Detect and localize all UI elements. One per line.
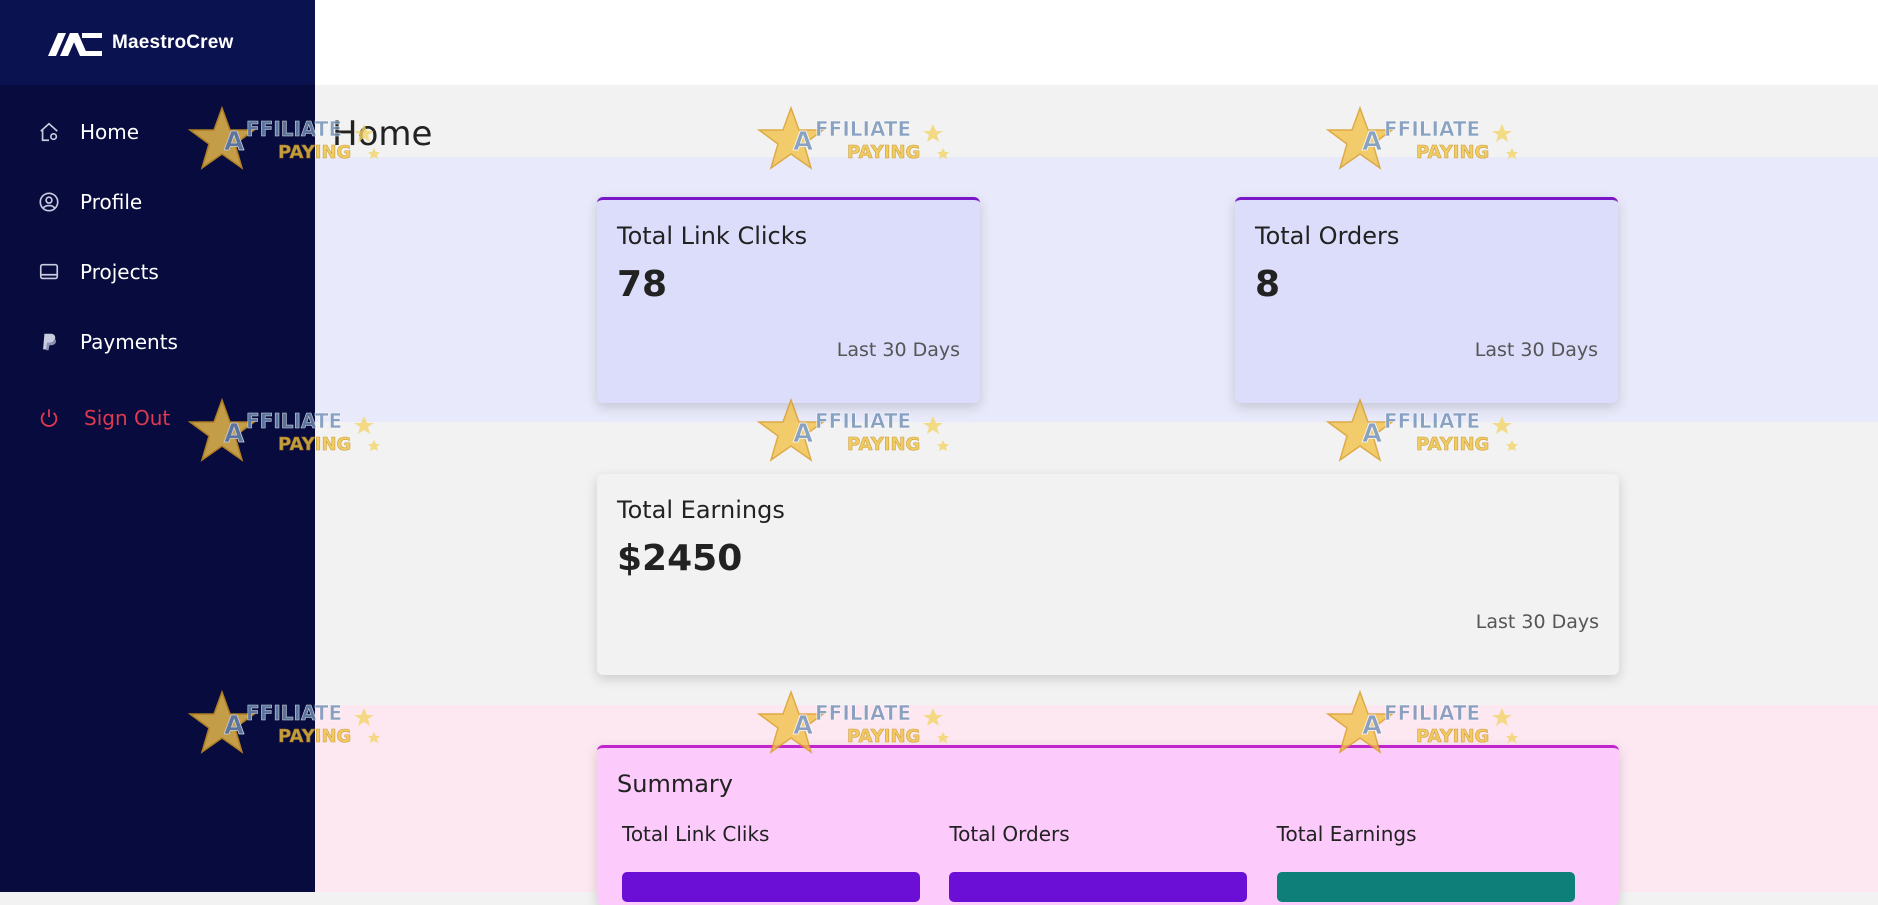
total-orders-card: Total Orders 8 Last 30 Days	[1235, 197, 1618, 403]
maestrocrew-logo-icon	[48, 32, 102, 56]
sidebar-item-payments[interactable]: Payments	[0, 307, 315, 377]
user-circle-icon	[38, 191, 60, 213]
sidebar-item-home[interactable]: Home	[0, 97, 315, 167]
summary-column: Total Orders	[944, 822, 1271, 902]
page-title: Home	[332, 114, 433, 154]
card-period: Last 30 Days	[1474, 339, 1598, 361]
card-title: Total Link Clicks	[617, 222, 808, 250]
summary-grid: Total Link Cliks Total Orders Total Earn…	[617, 822, 1599, 902]
summary-card: Summary Total Link Cliks Total Orders To…	[597, 745, 1619, 905]
summary-bar	[949, 872, 1248, 902]
sidebar-nav: Home Profile Projects Payments Sign Out	[0, 97, 315, 453]
sidebar-item-label: Profile	[80, 190, 143, 214]
brand-name: MaestroCrew	[112, 31, 234, 53]
card-value: 78	[617, 264, 668, 305]
monitor-icon	[38, 261, 60, 283]
sidebar: MaestroCrew Home Profile Projects Paymen…	[0, 0, 315, 892]
summary-title: Summary	[617, 770, 733, 798]
sidebar-header: MaestroCrew	[0, 0, 315, 85]
summary-label: Total Link Cliks	[622, 822, 770, 846]
home-icon	[38, 121, 60, 143]
card-value: $2450	[617, 538, 743, 579]
card-period: Last 30 Days	[1475, 611, 1599, 633]
sign-out-button[interactable]: Sign Out	[0, 383, 315, 453]
sidebar-item-profile[interactable]: Profile	[0, 167, 315, 237]
summary-bar	[1276, 872, 1575, 902]
sidebar-item-label: Payments	[80, 330, 178, 354]
card-period: Last 30 Days	[836, 339, 960, 361]
sidebar-item-projects[interactable]: Projects	[0, 237, 315, 307]
sidebar-item-label: Projects	[80, 260, 159, 284]
paypal-icon	[38, 331, 60, 353]
card-value: 8	[1255, 264, 1281, 305]
card-title: Total Earnings	[617, 496, 785, 524]
summary-column: Total Link Cliks	[617, 822, 944, 902]
top-bar	[315, 0, 1878, 85]
power-icon	[38, 407, 60, 429]
total-earnings-card: Total Earnings $2450 Last 30 Days	[597, 474, 1619, 675]
summary-label: Total Orders	[949, 822, 1070, 846]
sidebar-item-label: Home	[80, 120, 140, 144]
sign-out-label: Sign Out	[84, 406, 171, 430]
summary-column: Total Earnings	[1272, 822, 1599, 902]
summary-bar	[622, 872, 920, 902]
summary-label: Total Earnings	[1276, 822, 1417, 846]
stats-band	[315, 157, 1878, 422]
total-link-clicks-card: Total Link Clicks 78 Last 30 Days	[597, 197, 980, 403]
card-title: Total Orders	[1255, 222, 1400, 250]
